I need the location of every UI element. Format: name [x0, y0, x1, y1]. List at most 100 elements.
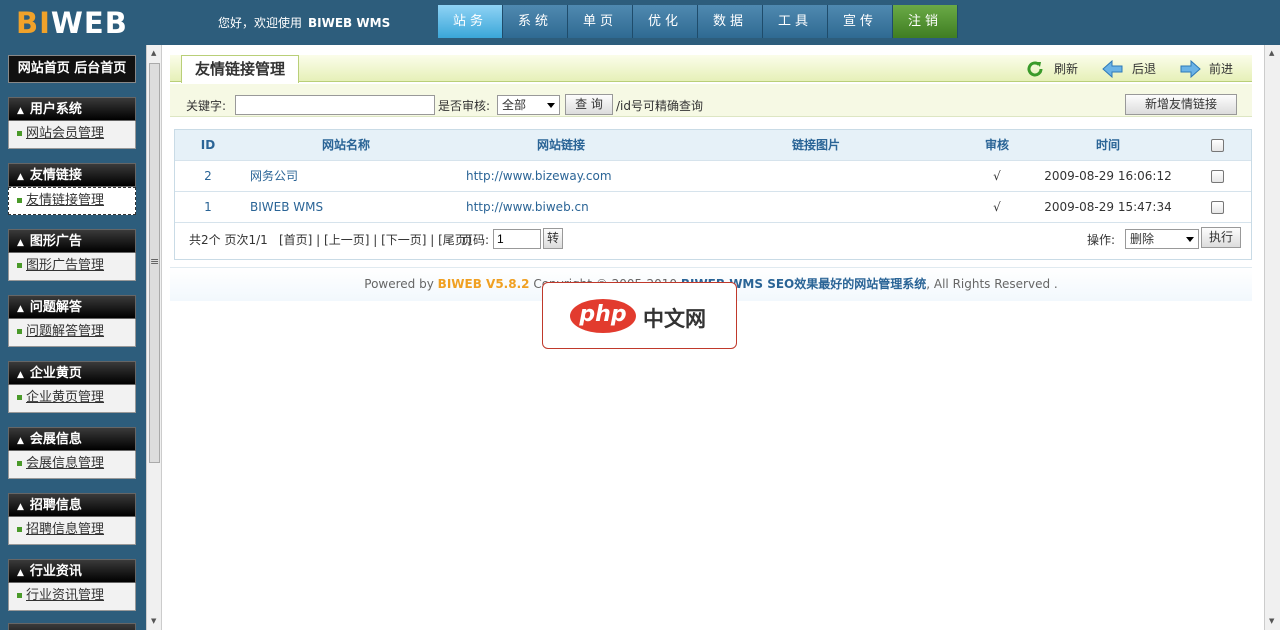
- sidebar-group-qa: ▲ 问题解答 问题解答管理: [8, 295, 136, 347]
- bullet-icon: [17, 329, 22, 334]
- sidebar-item-news-manage[interactable]: 行业资讯管理: [8, 583, 136, 611]
- col-link-image: 链接图片: [791, 138, 840, 152]
- nav-tab-system[interactable]: 系统: [503, 5, 568, 38]
- sidebar-group-exhibition: ▲ 会展信息 会展信息管理: [8, 427, 136, 479]
- scroll-up-icon[interactable]: ▲: [151, 49, 156, 57]
- add-link-button[interactable]: 新增友情链接: [1125, 94, 1237, 115]
- pager-row: 共2个 页次1/1 [首页] | [上一页] | [下一页] | [尾页] 页码…: [175, 223, 1251, 258]
- sidebar-home-links[interactable]: 网站首页 后台首页: [8, 55, 136, 83]
- sidebar-group-jobs: ▲ 招聘信息 招聘信息管理: [8, 493, 136, 545]
- watermark-text: 中文网: [643, 307, 706, 331]
- title-bar: [170, 55, 1252, 82]
- page-label: 页码:: [461, 233, 490, 247]
- biweb-logo: BIWEB: [16, 6, 128, 40]
- caret-up-icon: ▲: [17, 106, 24, 116]
- cell-time: 2009-08-29 16:06:12: [1044, 169, 1172, 183]
- caret-up-icon: ▲: [17, 238, 24, 248]
- sidebar-item-link-manage[interactable]: 友情链接管理: [8, 187, 136, 215]
- footer-version[interactable]: BIWEB V5.8.2: [438, 277, 530, 291]
- sidebar-item-qa-manage[interactable]: 问题解答管理: [8, 319, 136, 347]
- sidebar-group-header[interactable]: ▲ 招聘信息: [8, 493, 136, 517]
- cell-audit[interactable]: √: [961, 161, 1033, 191]
- query-button[interactable]: 查 询: [565, 94, 613, 115]
- cell-site-name[interactable]: BIWEB WMS: [250, 192, 450, 222]
- sidebar-group-header[interactable]: ▲ 问题解答: [8, 295, 136, 319]
- col-id: ID: [200, 138, 216, 152]
- refresh-icon: [1027, 61, 1043, 77]
- sidebar-group-header[interactable]: [8, 623, 136, 630]
- main-nav: 站务 系统 单页 优化 数据 工具 宣传 注销: [438, 5, 958, 38]
- sidebar-group-header[interactable]: ▲ 图形广告: [8, 229, 136, 253]
- scroll-up-icon[interactable]: ▲: [1269, 49, 1274, 57]
- nav-tab-zhanwu[interactable]: 站务: [438, 5, 503, 38]
- bullet-icon: [17, 198, 22, 203]
- col-time: 时间: [1095, 138, 1120, 152]
- row-checkbox[interactable]: [1211, 201, 1224, 214]
- sidebar: 网站首页 后台首页 ▲ 用户系统 网站会员管理 ▲ 友情链接 友情链接管理 ▲ 图形广…: [0, 45, 146, 630]
- page-title: 友情链接管理: [181, 55, 299, 83]
- col-site-url: 网站链接: [536, 138, 585, 152]
- table-row: 1 BIWEB WMS http://www.biweb.cn √ 2009-0…: [175, 192, 1251, 223]
- caret-up-icon: ▲: [17, 304, 24, 314]
- nav-tab-optimize[interactable]: 优化: [633, 5, 698, 38]
- nav-tab-tools[interactable]: 工具: [763, 5, 828, 38]
- execute-button[interactable]: 执行: [1201, 227, 1241, 248]
- caret-up-icon: ▲: [17, 568, 24, 578]
- cell-audit[interactable]: √: [961, 192, 1033, 222]
- sidebar-group-header[interactable]: ▲ 会展信息: [8, 427, 136, 451]
- sidebar-item-ad-manage[interactable]: 图形广告管理: [8, 253, 136, 281]
- nav-tab-data[interactable]: 数据: [698, 5, 763, 38]
- bullet-icon: [17, 395, 22, 400]
- sidebar-group-header[interactable]: ▲ 企业黄页: [8, 361, 136, 385]
- php-cn-watermark: php 中文网: [542, 282, 737, 349]
- sidebar-group-header[interactable]: ▲ 用户系统: [8, 97, 136, 121]
- sidebar-group-ads: ▲ 图形广告 图形广告管理: [8, 229, 136, 281]
- row-checkbox[interactable]: [1211, 170, 1224, 183]
- sidebar-group-partial: [8, 623, 136, 630]
- sidebar-group-header[interactable]: ▲ 友情链接: [8, 163, 136, 187]
- main-scrollbar[interactable]: ▲ ▼: [1264, 45, 1280, 630]
- operation-select[interactable]: 删除: [1125, 229, 1199, 249]
- sidebar-group-users: ▲ 用户系统 网站会员管理: [8, 97, 136, 149]
- col-audit: 审核: [984, 138, 1009, 152]
- col-site-name: 网站名称: [321, 138, 370, 152]
- sidebar-group-yellow-pages: ▲ 企业黄页 企业黄页管理: [8, 361, 136, 413]
- cell-id: 1: [204, 200, 212, 214]
- sidebar-item-member-manage[interactable]: 网站会员管理: [8, 121, 136, 149]
- welcome-text: 您好，欢迎使用 BIWEB WMS: [218, 16, 391, 30]
- sidebar-item-jobs-manage[interactable]: 招聘信息管理: [8, 517, 136, 545]
- nav-tab-single-page[interactable]: 单页: [568, 5, 633, 38]
- sidebar-item-exhibition-manage[interactable]: 会展信息管理: [8, 451, 136, 479]
- scroll-down-icon[interactable]: ▼: [1269, 617, 1274, 625]
- page-input[interactable]: [493, 229, 541, 249]
- scroll-down-icon[interactable]: ▼: [151, 617, 156, 625]
- sidebar-group-industry-news: ▲ 行业资讯 行业资讯管理: [8, 559, 136, 611]
- arrow-left-icon: [1102, 60, 1123, 78]
- refresh-button[interactable]: 刷新: [1026, 59, 1078, 79]
- nav-tab-logout[interactable]: 注销: [893, 5, 958, 38]
- bullet-icon: [17, 593, 22, 598]
- dropdown-arrow-icon: [547, 103, 555, 108]
- sidebar-scrollbar[interactable]: ▲ ≡ ▼: [146, 45, 162, 630]
- go-button[interactable]: 转: [543, 228, 563, 249]
- cell-site-url[interactable]: http://www.bizeway.com: [466, 161, 666, 191]
- table-row: 2 网务公司 http://www.bizeway.com √ 2009-08-…: [175, 161, 1251, 192]
- keyword-input[interactable]: [235, 95, 435, 115]
- sidebar-item-yellow-pages-manage[interactable]: 企业黄页管理: [8, 385, 136, 413]
- splitter-grip-icon[interactable]: ≡: [150, 255, 159, 268]
- cell-site-url[interactable]: http://www.biweb.cn: [466, 192, 666, 222]
- pager-links[interactable]: [首页] | [上一页] | [下一页] | [尾页]: [279, 225, 471, 255]
- sidebar-group-header[interactable]: ▲ 行业资讯: [8, 559, 136, 583]
- forward-button[interactable]: 前进: [1179, 59, 1233, 79]
- audit-select[interactable]: 全部: [497, 95, 560, 115]
- nav-tab-promote[interactable]: 宣传: [828, 5, 893, 38]
- bullet-icon: [17, 461, 22, 466]
- arrow-right-icon: [1180, 60, 1201, 78]
- select-all-checkbox[interactable]: [1211, 139, 1224, 152]
- sidebar-group-friend-links: ▲ 友情链接 友情链接管理: [8, 163, 136, 215]
- cell-site-name[interactable]: 网务公司: [250, 161, 450, 191]
- audit-label: 是否审核:: [438, 99, 491, 113]
- keyword-label: 关键字:: [186, 99, 227, 113]
- back-button[interactable]: 后退: [1102, 59, 1156, 79]
- op-label: 操作:: [1087, 233, 1116, 247]
